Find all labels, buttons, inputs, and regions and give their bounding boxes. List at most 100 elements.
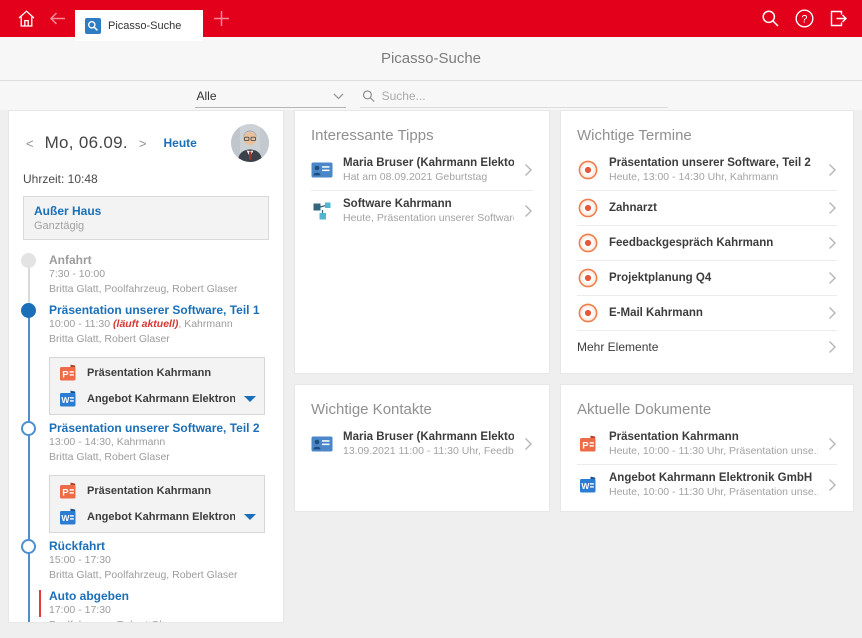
documents-panel: Aktuelle Dokumente Präsentation Kahrmann…	[560, 384, 854, 512]
appointment-item[interactable]: Feedbackgespräch Kahrmann	[577, 225, 837, 260]
document-item[interactable]: Präsentation Kahrmann Heute, 10:00 - 11:…	[577, 424, 837, 464]
svg-text:?: ?	[801, 14, 807, 26]
appointment-item[interactable]: Zahnarzt	[577, 190, 837, 225]
search-input[interactable]	[381, 89, 666, 103]
chevron-right-icon	[828, 163, 836, 177]
live-indicator: (läuft aktuell)	[113, 318, 179, 330]
page-header: Picasso-Suche Alle	[0, 37, 862, 110]
attachment-row[interactable]: Präsentation Kahrmann	[58, 360, 256, 386]
word-icon	[60, 390, 76, 407]
conflict-flag-bar	[39, 590, 41, 617]
timeline-entry: Rückfahrt 15:00 - 17:30 Britta Glatt, Po…	[21, 539, 269, 583]
appointment-time: 13:00 - 14:30, Kahrmann	[49, 436, 166, 448]
appointment-time: 15:00 - 17:30	[49, 554, 111, 566]
appointment-time: 7:30 - 10:00	[49, 268, 106, 280]
search-field[interactable]	[359, 86, 668, 108]
appointment-item[interactable]: Projektplanung Q4	[577, 260, 837, 295]
top-bar: Picasso-Suche ?	[0, 0, 862, 41]
contact-item[interactable]: Maria Bruser (Kahrmann Elektonik G... 13…	[311, 424, 533, 464]
timeline-marker-future	[21, 421, 36, 436]
appointment-people: Britta Glatt, Poolfahrzeug, Robert Glase…	[49, 569, 238, 581]
today-link[interactable]: Heute	[164, 136, 197, 150]
search-scope-select[interactable]: Alle	[194, 86, 346, 108]
timeline-marker-future	[21, 539, 36, 554]
appointment-target-icon	[578, 160, 598, 180]
powerpoint-icon	[60, 482, 76, 499]
tab-picasso-suche[interactable]: Picasso-Suche	[75, 10, 203, 41]
appointment-people: Poolfahrzeug, Robert Glaser	[49, 618, 269, 622]
panel-title: Wichtige Termine	[577, 127, 692, 144]
appointment-people: Britta Glatt, Robert Glaser	[49, 451, 170, 463]
attachment-card: Präsentation Kahrmann Angebot Kahrmann E…	[49, 475, 265, 533]
timeline-marker-current	[21, 303, 36, 318]
chevron-down-icon	[333, 93, 343, 99]
help-icon[interactable]: ?	[794, 8, 815, 29]
powerpoint-icon	[580, 435, 596, 452]
back-icon[interactable]	[47, 8, 68, 29]
chevron-right-icon	[828, 201, 836, 215]
expand-caret-icon[interactable]	[244, 396, 256, 402]
logout-icon[interactable]	[828, 8, 849, 29]
word-icon	[60, 508, 76, 525]
appointment-target-icon	[578, 268, 598, 288]
chevron-right-icon	[524, 204, 532, 218]
timeline-entry: Präsentation unserer Software, Teil 1 10…	[21, 303, 269, 415]
new-tab-plus-icon[interactable]	[211, 8, 232, 29]
search-input-icon	[362, 90, 375, 103]
contacts-panel: Wichtige Kontakte Maria Bruser (Kahrmann…	[294, 384, 550, 512]
expand-caret-icon[interactable]	[244, 514, 256, 520]
avatar[interactable]	[231, 124, 269, 162]
chevron-right-icon	[828, 236, 836, 250]
allday-title: Außer Haus	[34, 204, 102, 218]
agenda-panel: < Mo, 06.09. > Heute Uhrzeit: 10:48 Auße…	[8, 110, 284, 623]
chevron-right-icon	[828, 340, 836, 354]
timeline: Anfahrt 7:30 - 10:00 Britta Glatt, Poolf…	[21, 253, 269, 622]
powerpoint-icon	[60, 364, 76, 381]
word-icon	[580, 476, 596, 493]
panel-title: Aktuelle Dokumente	[577, 401, 712, 418]
chevron-right-icon	[524, 437, 532, 451]
contact-card-icon	[311, 162, 333, 178]
appointment-title[interactable]: Präsentation unserer Software, Teil 2	[49, 421, 269, 435]
chevron-right-icon	[828, 271, 836, 285]
attachment-row[interactable]: Präsentation Kahrmann	[58, 478, 256, 504]
document-item[interactable]: Angebot Kahrmann Elektronik GmbH Heute, …	[577, 464, 837, 505]
search-icon[interactable]	[760, 8, 781, 29]
attachment-card: Präsentation Kahrmann Angebot Kahrmann E…	[49, 357, 265, 415]
appointment-people: Britta Glatt, Poolfahrzeug, Robert Glase…	[49, 283, 238, 295]
appointment-title[interactable]: Anfahrt	[49, 253, 269, 267]
attachment-row[interactable]: Angebot Kahrmann Elektronik GmbH	[58, 386, 256, 412]
chevron-right-icon	[828, 478, 836, 492]
appointment-title[interactable]: Rückfahrt	[49, 539, 269, 553]
header-divider	[0, 80, 862, 81]
appointment-title[interactable]: Präsentation unserer Software, Teil 1	[49, 303, 269, 317]
current-time-label: Uhrzeit: 10:48	[23, 172, 98, 186]
appointment-people: Britta Glatt, Robert Glaser	[49, 333, 170, 345]
chevron-right-icon	[828, 437, 836, 451]
tip-item[interactable]: Software Kahrmann Heute, Präsentation un…	[311, 190, 533, 231]
panel-title: Wichtige Kontakte	[311, 401, 432, 418]
attachment-row[interactable]: Angebot Kahrmann Elektronik GmbH	[58, 504, 256, 530]
chevron-right-icon	[828, 306, 836, 320]
panel-title: Interessante Tipps	[311, 127, 434, 144]
home-icon[interactable]	[16, 8, 37, 29]
tab-label: Picasso-Suche	[108, 19, 182, 32]
org-chart-icon	[312, 201, 332, 221]
timeline-entry: Anfahrt 7:30 - 10:00 Britta Glatt, Poolf…	[21, 253, 269, 297]
timeline-entry: Auto abgeben 17:00 - 17:30 Poolfahrzeug,…	[23, 589, 269, 622]
more-elements-button[interactable]: Mehr Elemente	[577, 330, 837, 361]
prev-day-button[interactable]: <	[23, 134, 37, 153]
appointment-item[interactable]: E-Mail Kahrmann	[577, 295, 837, 330]
tip-item[interactable]: Maria Bruser (Kahrmann Elektonik G... Ha…	[311, 150, 533, 190]
appointment-target-icon	[578, 303, 598, 323]
appointment-title[interactable]: Auto abgeben	[49, 589, 269, 603]
tab-search-icon	[85, 17, 101, 34]
next-day-button[interactable]: >	[136, 134, 150, 153]
contact-card-icon	[311, 436, 333, 452]
appointment-item[interactable]: Präsentation unserer Software, Teil 2 He…	[577, 150, 837, 190]
tips-panel: Interessante Tipps Maria Bruser (Kahrman…	[294, 110, 550, 374]
main-content: < Mo, 06.09. > Heute Uhrzeit: 10:48 Auße…	[0, 110, 862, 623]
timeline-entry: Präsentation unserer Software, Teil 2 13…	[21, 421, 269, 533]
allday-appointment[interactable]: Außer Haus Ganztägig	[23, 196, 269, 240]
search-scope-value: Alle	[196, 89, 217, 103]
